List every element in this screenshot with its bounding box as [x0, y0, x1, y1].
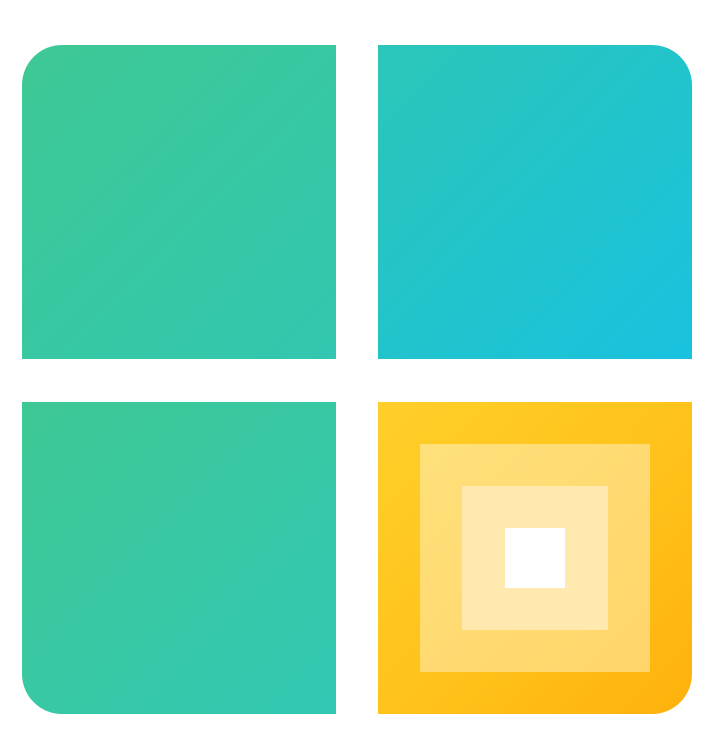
grid-tile-top-right: [378, 45, 692, 359]
nested-square-core: [505, 528, 565, 588]
canvas: [0, 0, 715, 754]
grid-app-icon: [0, 0, 715, 754]
nested-square-outer: [420, 444, 650, 672]
grid-tile-bottom-left: [22, 402, 336, 714]
nested-square-middle: [462, 486, 608, 630]
grid-tile-bottom-right-highlight: [378, 402, 692, 714]
grid-tile-top-left: [22, 45, 336, 359]
